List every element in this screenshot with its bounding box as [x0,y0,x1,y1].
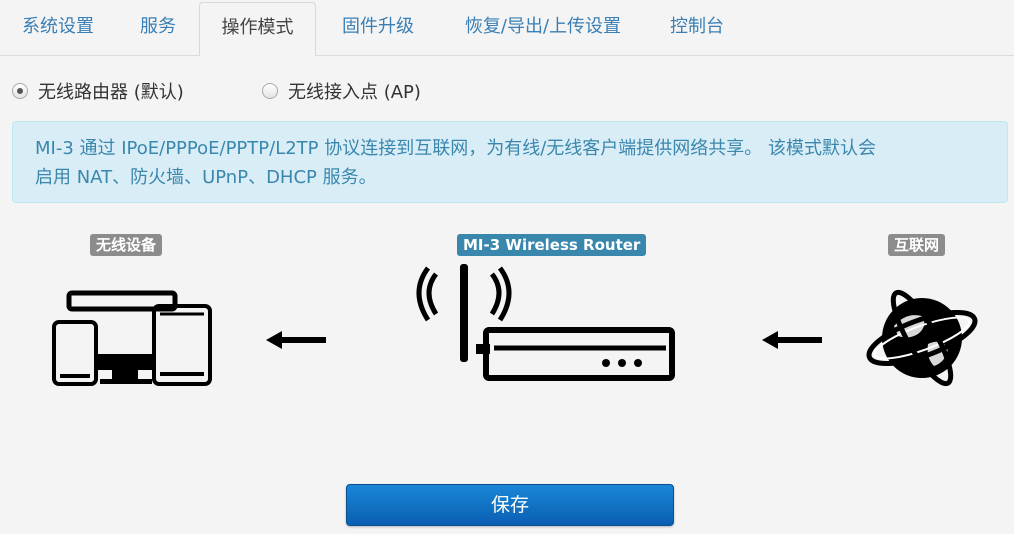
radio-access-point-label: 无线接入点 (AP) [288,82,421,103]
tab-restore-export-upload[interactable]: 恢复/导出/上传设置 [448,2,638,54]
radio-wireless-router[interactable]: 无线路由器 (默认) [12,78,184,104]
router-icon [416,262,680,388]
wireless-devices-label: 无线设备 [90,234,163,256]
tab-firmware-upgrade[interactable]: 固件升级 [328,2,428,54]
router-label: MI-3 Wireless Router [457,234,647,256]
tab-services[interactable]: 服务 [122,2,194,54]
mode-description-line-1: MI-3 通过 IPoE/PPPoE/PPTP/L2TP 协议连接到互联网，为有… [35,138,877,159]
arrow-left-icon [762,330,824,354]
arrow-left-icon [266,330,328,354]
tab-system-settings[interactable]: 系统设置 [8,2,108,54]
internet-label: 互联网 [888,234,946,256]
mode-description-alert: MI-3 通过 IPoE/PPPoE/PPTP/L2TP 协议连接到互联网，为有… [12,121,1008,203]
tab-bar: 系统设置 服务 操作模式 固件升级 恢复/导出/上传设置 控制台 [0,0,1014,56]
save-button[interactable]: 保存 [346,484,674,526]
devices-icon [52,290,214,392]
radio-selected-indicator[interactable] [12,83,28,99]
radio-access-point[interactable]: 无线接入点 (AP) [262,78,421,104]
radio-unselected-indicator[interactable] [262,83,278,99]
tab-console[interactable]: 控制台 [656,2,738,54]
radio-wireless-router-label: 无线路由器 (默认) [38,82,184,103]
globe-icon [864,282,980,394]
mode-description-line-2: 启用 NAT、防火墙、UPnP、DHCP 服务。 [35,167,377,188]
tab-operation-mode[interactable]: 操作模式 [199,2,316,56]
